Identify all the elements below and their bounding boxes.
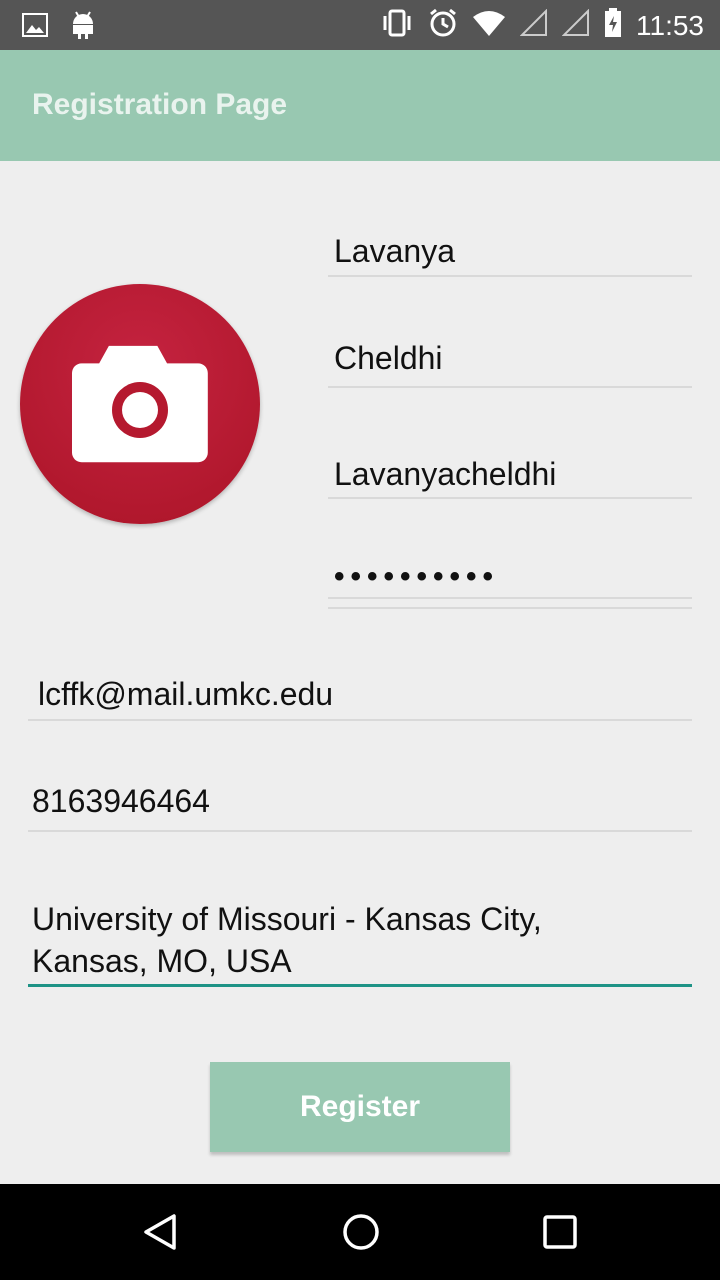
status-bar: 11:53 [0, 0, 720, 50]
phone-value: 8163946464 [32, 783, 210, 819]
app-bar: Registration Page [0, 50, 720, 161]
page-title: Registration Page [32, 88, 288, 121]
address-value: University of Missouri - Kansas City, Ka… [32, 898, 682, 982]
last-name-value: Cheldhi [334, 340, 443, 376]
image-icon [22, 13, 48, 42]
first-name-value: Lavanya [334, 233, 455, 269]
vibrate-icon [380, 9, 414, 42]
username-value: Lavanyacheldhi [334, 456, 557, 492]
photo-picker-button[interactable] [20, 284, 260, 524]
phone-field[interactable]: 8163946464 [28, 770, 692, 832]
status-time: 11:53 [636, 9, 704, 41]
signal-icon [519, 8, 548, 42]
username-field[interactable]: Lavanyacheldhi [328, 444, 692, 499]
navigation-bar [0, 1184, 720, 1280]
signal-icon [561, 8, 590, 42]
first-name-field[interactable]: Lavanya [328, 220, 692, 277]
last-name-field[interactable]: Cheldhi [328, 328, 692, 388]
battery-icon [604, 8, 622, 43]
address-line-1: University of Missouri - Kansas City, [32, 901, 542, 937]
password-field[interactable]: •••••••••• [328, 552, 692, 599]
register-button[interactable]: Register [210, 1062, 510, 1152]
divider [328, 607, 692, 609]
alarm-icon [428, 8, 458, 43]
recents-icon[interactable] [542, 1212, 578, 1257]
camera-icon [72, 345, 208, 463]
back-icon[interactable] [140, 1212, 180, 1257]
email-value: lcffk@mail.umkc.edu [38, 676, 334, 712]
email-field[interactable]: lcffk@mail.umkc.edu [28, 660, 692, 721]
wifi-icon [472, 9, 506, 42]
password-value: •••••••••• [334, 560, 500, 593]
address-line-2: Kansas, MO, USA [32, 943, 292, 979]
android-icon [70, 10, 96, 45]
address-field[interactable]: University of Missouri - Kansas City, Ka… [28, 888, 692, 987]
home-icon[interactable] [341, 1212, 381, 1257]
